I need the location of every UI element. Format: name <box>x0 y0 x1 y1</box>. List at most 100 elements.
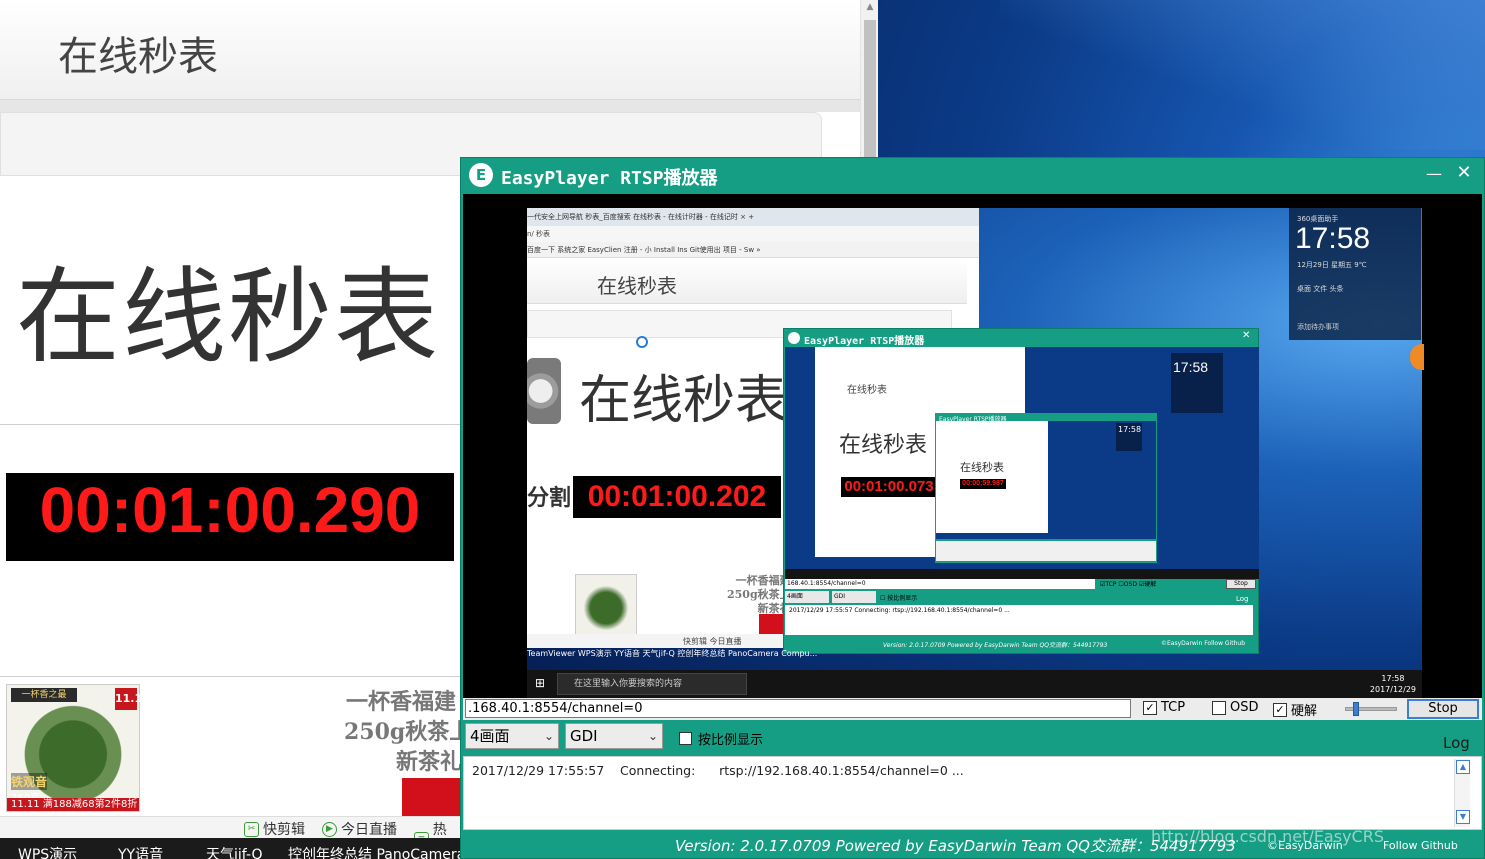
nested-url: 168.40.1:8554/channel=0 <box>785 579 1095 589</box>
live-label: 今日直播 <box>341 822 397 838</box>
nested-render-select: GDI <box>832 591 876 603</box>
ad-promo: 11.11 满188减68第2件8折 <box>7 798 139 811</box>
log-label: Log <box>1443 734 1470 752</box>
easyplayer-window: E EasyPlayer RTSP播放器 — ✕ 一代安全上网导航 秒表_百度搜… <box>460 157 1485 859</box>
captured-taskbar-labels: TeamViewer WPS演示 YY语音 天气jif-Q 控创年终总结 Pan… <box>527 648 847 670</box>
captured-taskbar-labels-text: TeamViewer WPS演示 YY语音 天气jif-Q 控创年终总结 Pan… <box>527 649 818 658</box>
captured-clock-widget: 360桌面助手 17:58 12月29日 星期五 9℃ 桌面 文件 头条 添加待… <box>1289 208 1421 340</box>
captured-easyplayer: EasyPlayer RTSP播放器 ✕ 在线秒表 在线秒表 00:01:00.… <box>783 328 1259 654</box>
log-scrollbar[interactable]: ▲ ▼ <box>1454 759 1470 827</box>
windows-start-icon: ⊞ <box>535 676 546 690</box>
hw-decode-label: 硬解 <box>1291 704 1318 719</box>
nested-split-select: 4画面 <box>785 591 829 603</box>
stream-url-input[interactable]: .168.40.1:8554/channel=0 <box>465 699 1131 718</box>
render-select[interactable]: GDI ⌄ <box>565 723 663 749</box>
hw-decode-check-box[interactable]: ✓ <box>1273 702 1287 717</box>
taskbar-item[interactable]: 控创年终总结 PanoCamera <box>288 844 465 859</box>
captured-header-title: 在线秒表 <box>597 274 677 298</box>
captured-bookmarks: 百度一下 系统之家 EasyClien 注册 - 小 Install Ins G… <box>527 242 979 258</box>
ratio-checkbox[interactable]: 按比例显示 <box>679 729 763 748</box>
loading-circle-icon <box>636 336 648 348</box>
captured-nav-bar: n/ 秒表 <box>527 226 979 242</box>
chevron-down-icon: ⌄ <box>543 729 554 743</box>
taskbar-item[interactable]: 天气jif-Q <box>206 844 263 859</box>
nested-widget-time: 17:58 <box>1173 359 1209 375</box>
window-titlebar[interactable]: E EasyPlayer RTSP播放器 — ✕ <box>461 158 1484 194</box>
hw-decode-checkbox[interactable]: ✓ 硬解 <box>1273 700 1317 719</box>
nested-page-title: 在线秒表 <box>839 433 928 458</box>
captured-status-text: 快剪辑 今日直播 <box>683 637 742 646</box>
volume-slider[interactable] <box>1345 702 1397 716</box>
log-panel[interactable]: 2017/12/29 17:55:57 Connecting: rtsp://1… <box>463 756 1482 830</box>
ad-text-line[interactable]: 一杯香福建 <box>346 684 456 716</box>
stop-button[interactable]: Stop <box>1407 699 1479 719</box>
inner-widget-time: 17:58 <box>1116 423 1142 451</box>
ad-text-line[interactable]: 新茶礼 <box>396 744 462 776</box>
captured-ad-image <box>575 574 637 636</box>
widget-todo: 添加待办事项 <box>1297 323 1339 331</box>
captured-ad-text: 一杯香福建 250g秋茶上 新茶礼 <box>727 574 791 615</box>
captured-search-box: 在这里输入你要搜索的内容 <box>557 673 747 695</box>
volume-slider-thumb[interactable] <box>1353 702 1359 716</box>
captured-page-title: 在线秒表 <box>579 371 788 431</box>
scroll-down-icon[interactable]: ▼ <box>1456 810 1470 824</box>
nested-header-title: 在线秒表 <box>847 385 887 396</box>
widget-links: 桌面 文件 头条 <box>1297 285 1344 293</box>
nested-logo-icon <box>788 332 800 344</box>
ad-product-name: 铁观音 <box>11 773 48 790</box>
inner-controls <box>936 541 1156 561</box>
wallpaper-light-beam <box>1000 0 1485 150</box>
log-entry: 2017/12/29 17:55:57 Connecting: rtsp://1… <box>472 763 964 778</box>
taskbar-labels: WPS演示 YY语音 天气jif-Q 控创年终总结 PanoCamera <box>0 838 465 859</box>
inner-page-title: 在线秒表 <box>960 461 1004 474</box>
quick-cut-label: 快剪辑 <box>263 822 305 838</box>
ad-text-line[interactable]: 250g秋茶上 <box>344 714 471 746</box>
split-select-value: 4画面 <box>470 727 510 745</box>
scissors-icon: ✂ <box>244 821 259 837</box>
scroll-up-icon[interactable]: ▲ <box>1456 760 1470 774</box>
stopwatch-time: 00:01:00.290 <box>39 474 421 546</box>
scroll-up-icon[interactable]: ▲ <box>861 2 878 12</box>
captured-clock: 17:58 2017/12/29 <box>1370 673 1416 695</box>
osd-checkbox[interactable]: OSD <box>1212 700 1259 715</box>
nested-options: ☑TCP ☐OSD ☑硬解 <box>1100 581 1157 588</box>
tcp-label: TCP <box>1161 700 1186 715</box>
nested-close-icon: ✕ <box>1242 330 1251 341</box>
tcp-check-box[interactable]: ✓ <box>1143 700 1157 715</box>
stream-controls: .168.40.1:8554/channel=0 ✓ TCP OSD ✓ 硬解 … <box>463 698 1482 720</box>
nested-footer-text: Version: 2.0.17.0709 Powered by EasyDarw… <box>883 642 1108 649</box>
header-separator <box>0 100 860 112</box>
inner-stopwatch-time: 00:00:59.987 <box>960 479 1006 489</box>
nested-video: 在线秒表 在线秒表 00:01:00.073 17:58 EasyPlayer … <box>785 347 1259 579</box>
osd-label: OSD <box>1230 700 1259 715</box>
taskbar-item[interactable]: WPS演示 <box>18 844 77 859</box>
nested-clock-widget: 17:58 <box>1171 353 1223 413</box>
stopwatch-icon <box>527 358 561 424</box>
nested-taskbar <box>785 569 1259 579</box>
captured-clock-date: 2017/12/29 <box>1369 685 1416 694</box>
close-button[interactable]: ✕ <box>1451 160 1477 186</box>
video-panel[interactable]: 一代安全上网导航 秒表_百度搜索 在线秒表 - 在线计时器 - 在线记时 × +… <box>463 194 1482 698</box>
widget-date: 12月29日 星期五 9℃ <box>1297 261 1367 269</box>
quick-cut-button[interactable]: ✂ 快剪辑 <box>244 819 305 839</box>
minimize-button[interactable]: — <box>1421 162 1447 186</box>
nested-inner-player: EasyPlayer RTSP播放器 在线秒表 00:00:59.987 17:… <box>935 413 1157 563</box>
split-select[interactable]: 4画面 ⌄ <box>465 723 559 749</box>
page-title: 在线秒表 <box>16 256 441 378</box>
captured-taskbar: ⊞ 在这里输入你要搜索的内容 17:58 2017/12/29 <box>527 670 1422 698</box>
nested-log-label: Log <box>1236 595 1249 603</box>
ratio-check-box[interactable] <box>679 732 692 745</box>
nested-footer-links: ©EasyDarwin Follow Github <box>1161 640 1246 647</box>
ad-red-banner[interactable] <box>402 778 460 816</box>
chevron-down-icon: ⌄ <box>647 729 658 743</box>
live-button[interactable]: ▶ 今日直播 <box>322 819 397 839</box>
captured-stopwatch-time: 00:01:00.202 <box>573 476 781 518</box>
taskbar-item[interactable]: YY语音 <box>118 844 163 859</box>
captured-clock-time: 17:58 <box>1381 674 1405 683</box>
tcp-checkbox[interactable]: ✓ TCP <box>1143 700 1185 715</box>
header-title: 在线秒表 <box>58 34 218 80</box>
github-link[interactable]: Follow Github <box>1383 839 1458 852</box>
nested-title: EasyPlayer RTSP播放器 <box>804 336 925 347</box>
tea-ad-image[interactable]: 一杯香之最 11.11 铁观音 250克 11.11 满188减68第2件8折 <box>6 684 150 812</box>
osd-check-box[interactable] <box>1212 700 1226 715</box>
